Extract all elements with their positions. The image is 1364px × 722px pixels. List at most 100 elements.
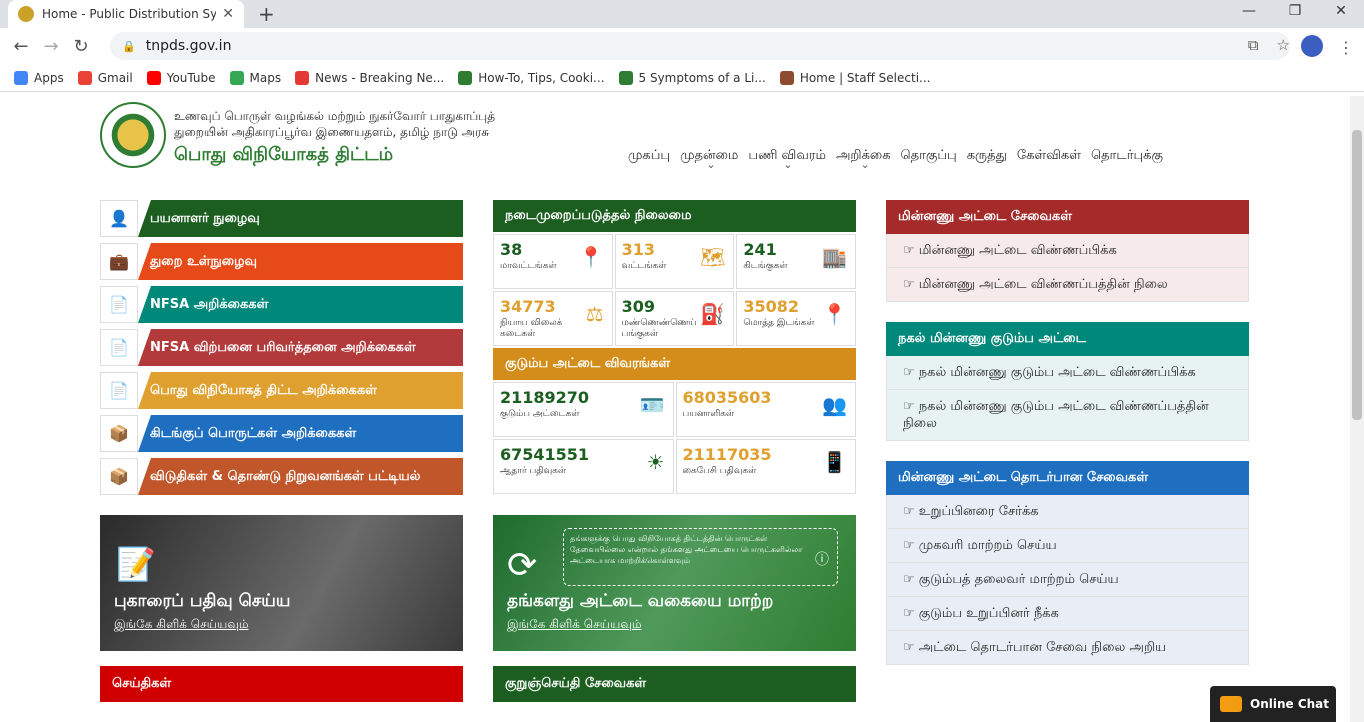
service-link[interactable]: ☞ நகல் மின்னணு குடும்ப அட்டை விண்ணப்பத்த…	[886, 390, 1249, 441]
bookmark-favicon-icon	[458, 70, 473, 85]
left-menu-item[interactable]: 📦 கிடங்குப் பொருட்கள் அறிக்கைகள்	[100, 415, 463, 452]
bookmarks-bar: Apps Gmail YouTube Maps News - Breaking Ne..…	[0, 64, 1364, 92]
tab-title: Home - Public Distribution Syste	[42, 7, 217, 21]
service-link[interactable]: ☞ நகல் மின்னணு குடும்ப அட்டை விண்ணப்பிக்…	[886, 356, 1249, 390]
left-menu-item[interactable]: 📄 NFSA விற்பனை பரிவர்த்தனை அறிக்கைகள்	[100, 329, 463, 366]
star-icon[interactable]: ☆	[1277, 36, 1290, 54]
complaint-banner[interactable]: 📝 புகாரைப் பதிவு செய்ய இங்கே கிளிக் செய்…	[100, 515, 463, 651]
stat-caption: மாவட்டங்கள்	[500, 261, 557, 271]
bookmark-item[interactable]: News - Breaking Ne...	[295, 70, 444, 85]
stat-cell: 21117035 கைபேசி பதிவுகள் 📱	[675, 439, 856, 494]
menu-icon-3: 📄	[100, 329, 138, 366]
online-chat-label: Online Chat	[1250, 697, 1330, 711]
service-box-box1: மின்னணு அட்டை சேவைகள் ☞ மின்னணு அட்டை விண…	[886, 200, 1249, 302]
nav-feedback[interactable]: கருத்து	[967, 148, 1007, 164]
nav-work-details[interactable]: பணி விவரம்	[748, 148, 826, 171]
forward-icon[interactable]: →	[36, 36, 66, 57]
family-card-header: குடும்ப அட்டை விவரங்கள்	[493, 348, 856, 380]
url-input[interactable]: 🔒 tnpds.gov.in	[110, 32, 1290, 60]
left-menu-label: பயனாளர் நுழைவு	[138, 200, 463, 237]
menu-icon-2: 📄	[100, 286, 138, 323]
service-link[interactable]: ☞ முகவரி மாற்றம் செய்ய	[886, 529, 1249, 563]
stat-caption: பயனாளிகள்	[682, 409, 735, 419]
left-menu-item[interactable]: 💼 துறை உள்நுழைவு	[100, 243, 463, 280]
service-link[interactable]: ☞ அட்டை தொடர்பான சேவை நிலை அறிய	[886, 631, 1249, 665]
complaint-link[interactable]: இங்கே கிளிக் செய்யவும்	[114, 617, 248, 633]
left-menu-item[interactable]: 📦 விடுதிகள் & தொண்டு நிறுவனங்கள் பட்டியல்	[100, 458, 463, 495]
translate-icon[interactable]: ⧉	[1248, 36, 1259, 54]
stat-icon: 📱	[822, 450, 847, 474]
menu-icon-1: 💼	[100, 243, 138, 280]
menu-icon[interactable]: ⋮	[1338, 38, 1354, 57]
stat-cell: 68035603 பயனாளிகள் 👥	[675, 382, 856, 437]
stat-caption: வட்டங்கள்	[621, 261, 667, 271]
nav-home[interactable]: முகப்பு	[628, 148, 670, 164]
close-window-icon[interactable]: ✕	[1318, 0, 1364, 28]
tab-bar: Home - Public Distribution Syste ✕ + — ❐…	[0, 0, 1364, 28]
stat-icon: 👥	[822, 393, 847, 417]
bookmark-item[interactable]: Maps	[229, 70, 281, 85]
stat-cell: 313 வட்டங்கள் 🗺	[614, 234, 735, 289]
stat-number: 67541551	[500, 445, 590, 464]
news-header: செய்திகள்	[100, 666, 463, 702]
online-chat-button[interactable]: Online Chat	[1210, 686, 1336, 722]
bookmark-item[interactable]: Home | Staff Selecti...	[779, 70, 931, 85]
left-menu-item[interactable]: 📄 NFSA அறிக்கைகள்	[100, 286, 463, 323]
nav-faq[interactable]: கேள்விகள்	[1017, 148, 1081, 164]
left-menu-item[interactable]: 👤 பயனாளர் நுழைவு	[100, 200, 463, 237]
main-nav: முகப்பு முதன்மை பணி விவரம் அறிக்கை தொகுப…	[628, 148, 1163, 171]
change-card-link[interactable]: இங்கே கிளிக் செய்யவும்	[507, 617, 641, 633]
nav-reports[interactable]: அறிக்கை	[836, 148, 891, 171]
back-icon[interactable]: ←	[6, 36, 36, 57]
bookmark-item[interactable]: 5 Symptoms of a Li...	[618, 70, 766, 85]
menu-icon-4: 📄	[100, 372, 138, 409]
close-tab-icon[interactable]: ✕	[222, 6, 234, 22]
profile-avatar[interactable]	[1301, 35, 1323, 57]
lock-icon: 🔒	[122, 39, 136, 53]
nav-collection[interactable]: தொகுப்பு	[901, 148, 957, 164]
info-icon[interactable]: ⓘ	[815, 549, 829, 569]
bookmark-favicon-icon	[146, 70, 161, 85]
stat-cell: 38 மாவட்டங்கள் 📍	[493, 234, 613, 289]
complaint-icon: 📝	[116, 545, 156, 583]
maximize-icon[interactable]: ❐	[1272, 0, 1318, 28]
service-link[interactable]: ☞ மின்னணு அட்டை விண்ணப்பிக்க	[886, 234, 1249, 268]
new-tab-icon[interactable]: +	[258, 2, 275, 26]
change-card-banner[interactable]: ⟳ தங்களுக்கு பொது விநியோகத் திட்டத்தின் …	[493, 515, 856, 651]
stat-cell: 309 மண்ணெண்ணெய் பங்குகள் ⛽	[614, 291, 735, 346]
stat-icon: 🪪	[639, 393, 665, 417]
service-box-header: நகல் மின்னணு குடும்ப அட்டை	[886, 322, 1249, 356]
service-link[interactable]: ☞ உறுப்பினரை சேர்க்க	[886, 495, 1249, 529]
stat-caption: மண்ணெண்ணெய் பங்குகள்	[621, 318, 697, 339]
nav-main[interactable]: முதன்மை	[680, 148, 738, 171]
menu-icon-5: 📦	[100, 415, 138, 452]
left-menu-label: NFSA விற்பனை பரிவர்த்தனை அறிக்கைகள்	[138, 329, 463, 366]
refresh-icon: ⟳	[507, 545, 538, 586]
page-scrollbar[interactable]	[1350, 96, 1364, 722]
browser-tab[interactable]: Home - Public Distribution Syste ✕	[8, 0, 244, 28]
stat-cell: 241 கிடங்குகள் 🏬	[736, 234, 856, 289]
nav-contact[interactable]: தொடர்புக்கு	[1091, 148, 1163, 164]
bookmark-item[interactable]: How-To, Tips, Cooki...	[458, 70, 605, 85]
scrollbar-thumb[interactable]	[1352, 130, 1362, 420]
bookmark-favicon-icon	[229, 70, 244, 85]
stat-caption: மொத்த இடங்கள்	[743, 318, 815, 328]
minimize-icon[interactable]: —	[1226, 0, 1272, 28]
service-link[interactable]: ☞ குடும்ப உறுப்பினர் நீக்க	[886, 597, 1249, 631]
site-title: பொது விநியோகத் திட்டம்	[174, 144, 394, 165]
menu-icon-6: 📦	[100, 458, 138, 495]
bookmark-label: Apps	[34, 70, 64, 85]
left-menu-item[interactable]: 📄 பொது விநியோகத் திட்ட அறிக்கைகள்	[100, 372, 463, 409]
tn-emblem-logo	[100, 102, 166, 168]
service-link[interactable]: ☞ மின்னணு அட்டை விண்ணப்பத்தின் நிலை	[886, 268, 1249, 302]
bookmark-item[interactable]: Gmail	[77, 70, 133, 85]
bookmark-favicon-icon	[14, 70, 28, 85]
bookmark-label: How-To, Tips, Cooki...	[478, 70, 605, 85]
service-link[interactable]: ☞ குடும்பத் தலைவர் மாற்றம் செய்ய	[886, 563, 1249, 597]
reload-icon[interactable]: ↻	[66, 36, 96, 57]
bookmark-item[interactable]: YouTube	[146, 70, 216, 85]
bookmark-item[interactable]: Apps	[14, 70, 64, 85]
menu-icon-0: 👤	[100, 200, 138, 237]
tnpds-page: உணவுப் பொருள் வழங்கல் மற்றும் நுகர்வோர் …	[0, 96, 1350, 722]
bookmark-label: Home | Staff Selecti...	[799, 70, 931, 85]
